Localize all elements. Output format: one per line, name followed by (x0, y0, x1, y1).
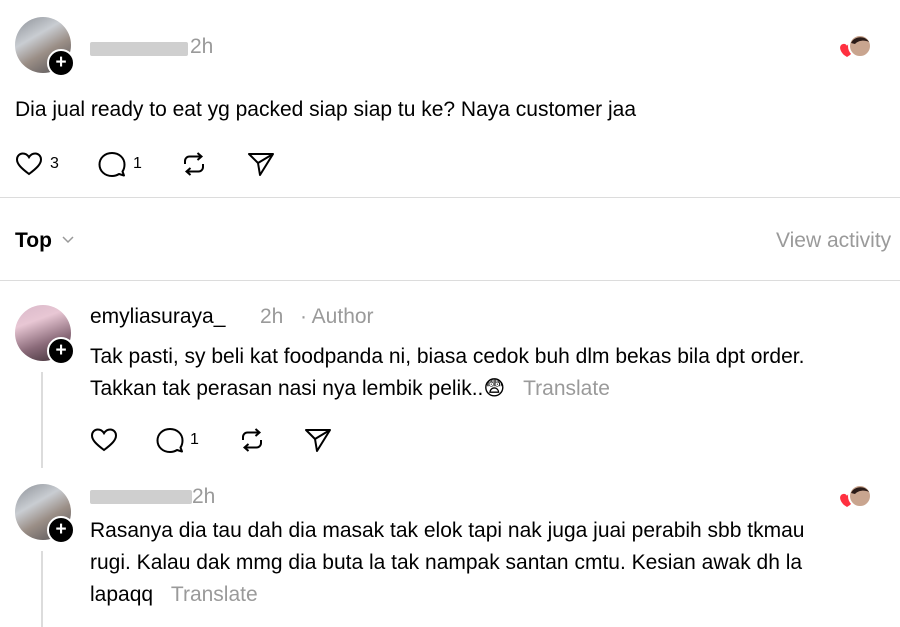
liked-by-author-icon (840, 34, 872, 58)
reply-line-text: Takkan tak perasan nasi nya lembik pelik… (90, 377, 506, 400)
heart-icon[interactable] (15, 151, 43, 177)
repost-icon[interactable] (180, 151, 208, 177)
liked-by-author-icon (840, 484, 872, 508)
username-redacted[interactable] (90, 42, 188, 56)
thread-line (41, 551, 43, 627)
reply-text: Rasanya dia tau dah dia masak tak elok t… (90, 515, 804, 611)
reply-line: Rasanya dia tau dah dia masak tak elok t… (90, 519, 805, 542)
repost-icon[interactable] (238, 427, 266, 453)
like-count: 3 (50, 155, 59, 172)
reply-time: 2h (192, 485, 216, 508)
reply-line: lapaqq Translate (90, 579, 804, 611)
share-icon[interactable] (304, 427, 332, 453)
follow-plus-icon[interactable]: + (47, 337, 75, 365)
reply-line: rugi. Kalau dak mmg dia buta la tak namp… (90, 551, 803, 574)
share-icon[interactable] (247, 151, 275, 177)
divider (0, 197, 900, 198)
reply-count: 1 (190, 431, 199, 448)
translate-link[interactable]: Translate (171, 583, 258, 606)
follow-plus-icon[interactable]: + (47, 49, 75, 77)
reply-count: 1 (133, 155, 142, 172)
post-text: Dia jual ready to eat yg packed siap sia… (15, 98, 637, 121)
chevron-down-icon[interactable] (62, 236, 74, 244)
reply-line: Takkan tak perasan nasi nya lembik pelik… (90, 373, 804, 405)
author-badge: · Author (300, 305, 374, 328)
reply-text: Tak pasti, sy beli kat foodpanda ni, bia… (90, 341, 804, 405)
comment-icon[interactable] (98, 151, 126, 178)
view-activity-link[interactable]: View activity (776, 229, 891, 253)
reply-line: Tak pasti, sy beli kat foodpanda ni, bia… (90, 345, 805, 368)
sort-label[interactable]: Top (15, 229, 52, 253)
translate-link[interactable]: Translate (523, 377, 610, 400)
post-time: 2h (190, 35, 214, 58)
follow-plus-icon[interactable]: + (47, 516, 75, 544)
username-redacted[interactable] (90, 490, 192, 504)
reply-time: 2h (260, 305, 284, 328)
reply-line-text: lapaqq (90, 583, 154, 606)
comment-icon[interactable] (156, 427, 184, 454)
heart-icon[interactable] (90, 427, 118, 453)
divider (0, 280, 900, 281)
reply-username[interactable]: emyliasuraya_ (90, 305, 225, 329)
thread-line (41, 372, 43, 468)
